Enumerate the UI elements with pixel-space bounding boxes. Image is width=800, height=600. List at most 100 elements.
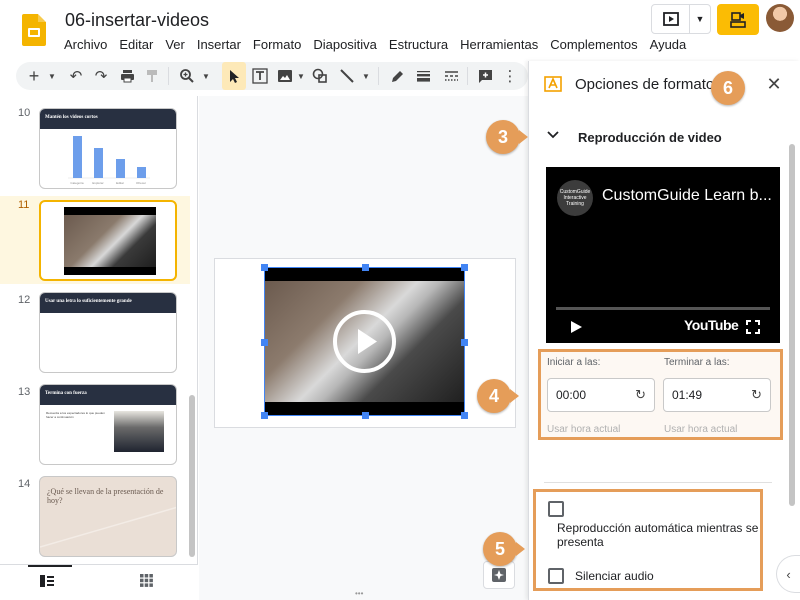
refresh-icon[interactable]: ↻ bbox=[751, 387, 762, 403]
menu-formato[interactable]: Formato bbox=[247, 36, 307, 53]
mute-checkbox[interactable] bbox=[548, 568, 564, 584]
end-time-value: 01:49 bbox=[672, 388, 703, 402]
video-progress-bar[interactable] bbox=[556, 307, 770, 310]
meet-button[interactable] bbox=[717, 4, 759, 35]
thumbnail-decoration bbox=[40, 506, 176, 548]
resize-handle[interactable] bbox=[362, 412, 369, 419]
present-dropdown-icon[interactable]: ▼ bbox=[690, 5, 710, 33]
menu-ayuda[interactable]: Ayuda bbox=[644, 36, 693, 53]
paint-format-icon[interactable] bbox=[142, 62, 162, 90]
slide-number: 11 bbox=[18, 199, 30, 211]
textbox-icon[interactable] bbox=[249, 62, 271, 90]
active-tab-indicator bbox=[28, 565, 72, 567]
filmstrip-slide-10[interactable]: 10 Mantén los videos cortos Categoría Ex… bbox=[0, 96, 190, 196]
filmstrip-scrollbar[interactable] bbox=[189, 395, 195, 557]
present-icon[interactable] bbox=[652, 5, 690, 33]
video-title: CustomGuide Learn b... bbox=[602, 187, 772, 204]
grid-view-icon[interactable] bbox=[140, 574, 153, 592]
slide-thumbnail[interactable]: Mantén los videos cortos Categoría Explo… bbox=[39, 108, 177, 189]
end-time-input[interactable]: 01:49 ↻ bbox=[663, 378, 771, 412]
line-weight-icon[interactable] bbox=[412, 62, 434, 90]
thumbnail-bar-chart: Categoría Explorar Editar Ofrecer bbox=[68, 136, 150, 185]
zoom-icon[interactable] bbox=[176, 62, 198, 90]
panel-scrollbar[interactable] bbox=[789, 144, 795, 506]
use-current-time-end-link[interactable]: Usar hora actual bbox=[664, 424, 737, 435]
resize-handle[interactable] bbox=[461, 264, 468, 271]
avatar[interactable] bbox=[766, 4, 794, 32]
channel-logo: CustomGuide Interactive Training bbox=[557, 180, 593, 216]
chevron-down-icon[interactable] bbox=[546, 128, 560, 147]
image-dropdown-icon[interactable]: ▼ bbox=[295, 62, 307, 90]
video-preview[interactable]: CustomGuide Interactive Training CustomG… bbox=[546, 167, 780, 343]
filmstrip-slide-12[interactable]: 12 Usar una letra lo suficientemente gra… bbox=[0, 284, 190, 376]
document-title[interactable]: 06-insertar-videos bbox=[65, 10, 209, 31]
bar bbox=[94, 148, 103, 178]
menu-estructura[interactable]: Estructura bbox=[383, 36, 454, 53]
refresh-icon[interactable]: ↻ bbox=[635, 387, 646, 403]
filmstrip-slide-14[interactable]: 14 ¿Qué se llevan de la presentación de … bbox=[0, 468, 190, 562]
bar bbox=[116, 159, 125, 178]
toolbar-divider bbox=[168, 67, 169, 85]
playback-options-group: Reproducción automática mientras se pres… bbox=[533, 489, 763, 591]
add-comment-icon[interactable] bbox=[474, 62, 496, 90]
zoom-dropdown-icon[interactable]: ▼ bbox=[200, 62, 212, 90]
start-time-label: Iniciar a las: bbox=[547, 357, 601, 368]
panel-title: Opciones de formato bbox=[575, 76, 715, 93]
filmstrip-view-tabs bbox=[0, 564, 198, 600]
plus-icon[interactable]: + bbox=[26, 62, 42, 90]
start-time-value: 00:00 bbox=[556, 388, 587, 402]
line-icon[interactable] bbox=[336, 62, 358, 90]
slide-thumbnail[interactable]: ¿Qué se llevan de la presentación de hoy… bbox=[39, 476, 177, 557]
video-playback-section-title[interactable]: Reproducción de video bbox=[578, 130, 722, 145]
menu-archivo[interactable]: Archivo bbox=[58, 36, 113, 53]
use-current-time-start-link[interactable]: Usar hora actual bbox=[547, 424, 620, 435]
bar bbox=[137, 167, 146, 178]
shape-icon[interactable] bbox=[309, 62, 331, 90]
more-options-icon[interactable]: ⋮ bbox=[500, 62, 520, 90]
line-dropdown-icon[interactable]: ▼ bbox=[360, 62, 372, 90]
notes-resize-handle[interactable]: ••• bbox=[355, 590, 375, 598]
youtube-logo: YouTube bbox=[684, 317, 739, 333]
slide-thumbnail[interactable]: Termina con fuerza Recuerda a los espect… bbox=[39, 384, 177, 465]
slide-number: 14 bbox=[18, 478, 31, 490]
undo-icon[interactable]: ↶ bbox=[66, 62, 86, 90]
resize-handle[interactable] bbox=[261, 264, 268, 271]
filmstrip-view-icon[interactable] bbox=[40, 574, 54, 592]
menu-insertar[interactable]: Insertar bbox=[191, 36, 247, 53]
play-icon[interactable] bbox=[569, 320, 583, 339]
thumbnail-video bbox=[64, 207, 156, 275]
thumbnail-title: Mantén los videos cortos bbox=[40, 109, 176, 129]
slide-thumbnail[interactable] bbox=[39, 200, 177, 281]
print-icon[interactable] bbox=[117, 62, 137, 90]
resize-handle[interactable] bbox=[362, 264, 369, 271]
redo-icon[interactable]: ↷ bbox=[91, 62, 111, 90]
image-icon[interactable] bbox=[274, 62, 296, 90]
filmstrip-slide-13[interactable]: 13 Termina con fuerza Recuerda a los esp… bbox=[0, 376, 190, 468]
slide-thumbnail[interactable]: Usar una letra lo suficientemente grande bbox=[39, 292, 177, 373]
menu-complementos[interactable]: Complementos bbox=[544, 36, 643, 53]
slides-logo-icon[interactable] bbox=[22, 14, 46, 46]
new-slide-dropdown-icon[interactable]: ▼ bbox=[46, 62, 58, 90]
autoplay-checkbox[interactable] bbox=[548, 501, 564, 517]
end-time-label: Terminar a las: bbox=[664, 357, 730, 368]
slide-number: 13 bbox=[18, 386, 31, 398]
resize-handle[interactable] bbox=[261, 339, 268, 346]
line-dash-icon[interactable] bbox=[440, 62, 462, 90]
slide-number: 12 bbox=[18, 294, 31, 306]
resize-handle[interactable] bbox=[461, 339, 468, 346]
menu-editar[interactable]: Editar bbox=[113, 36, 159, 53]
bar bbox=[73, 136, 82, 178]
resize-handle[interactable] bbox=[461, 412, 468, 419]
resize-handle[interactable] bbox=[261, 412, 268, 419]
start-time-input[interactable]: 00:00 ↻ bbox=[547, 378, 655, 412]
select-icon[interactable] bbox=[222, 62, 246, 90]
pen-icon[interactable] bbox=[386, 62, 408, 90]
menu-diapositiva[interactable]: Diapositiva bbox=[307, 36, 383, 53]
menu-ver[interactable]: Ver bbox=[159, 36, 191, 53]
section-divider bbox=[544, 482, 772, 483]
filmstrip-slide-11[interactable]: 11 bbox=[0, 196, 190, 284]
close-icon[interactable]: ✕ bbox=[764, 74, 784, 94]
present-button[interactable]: ▼ bbox=[651, 4, 711, 34]
fullscreen-icon[interactable] bbox=[746, 320, 760, 339]
menu-herramientas[interactable]: Herramientas bbox=[454, 36, 544, 53]
